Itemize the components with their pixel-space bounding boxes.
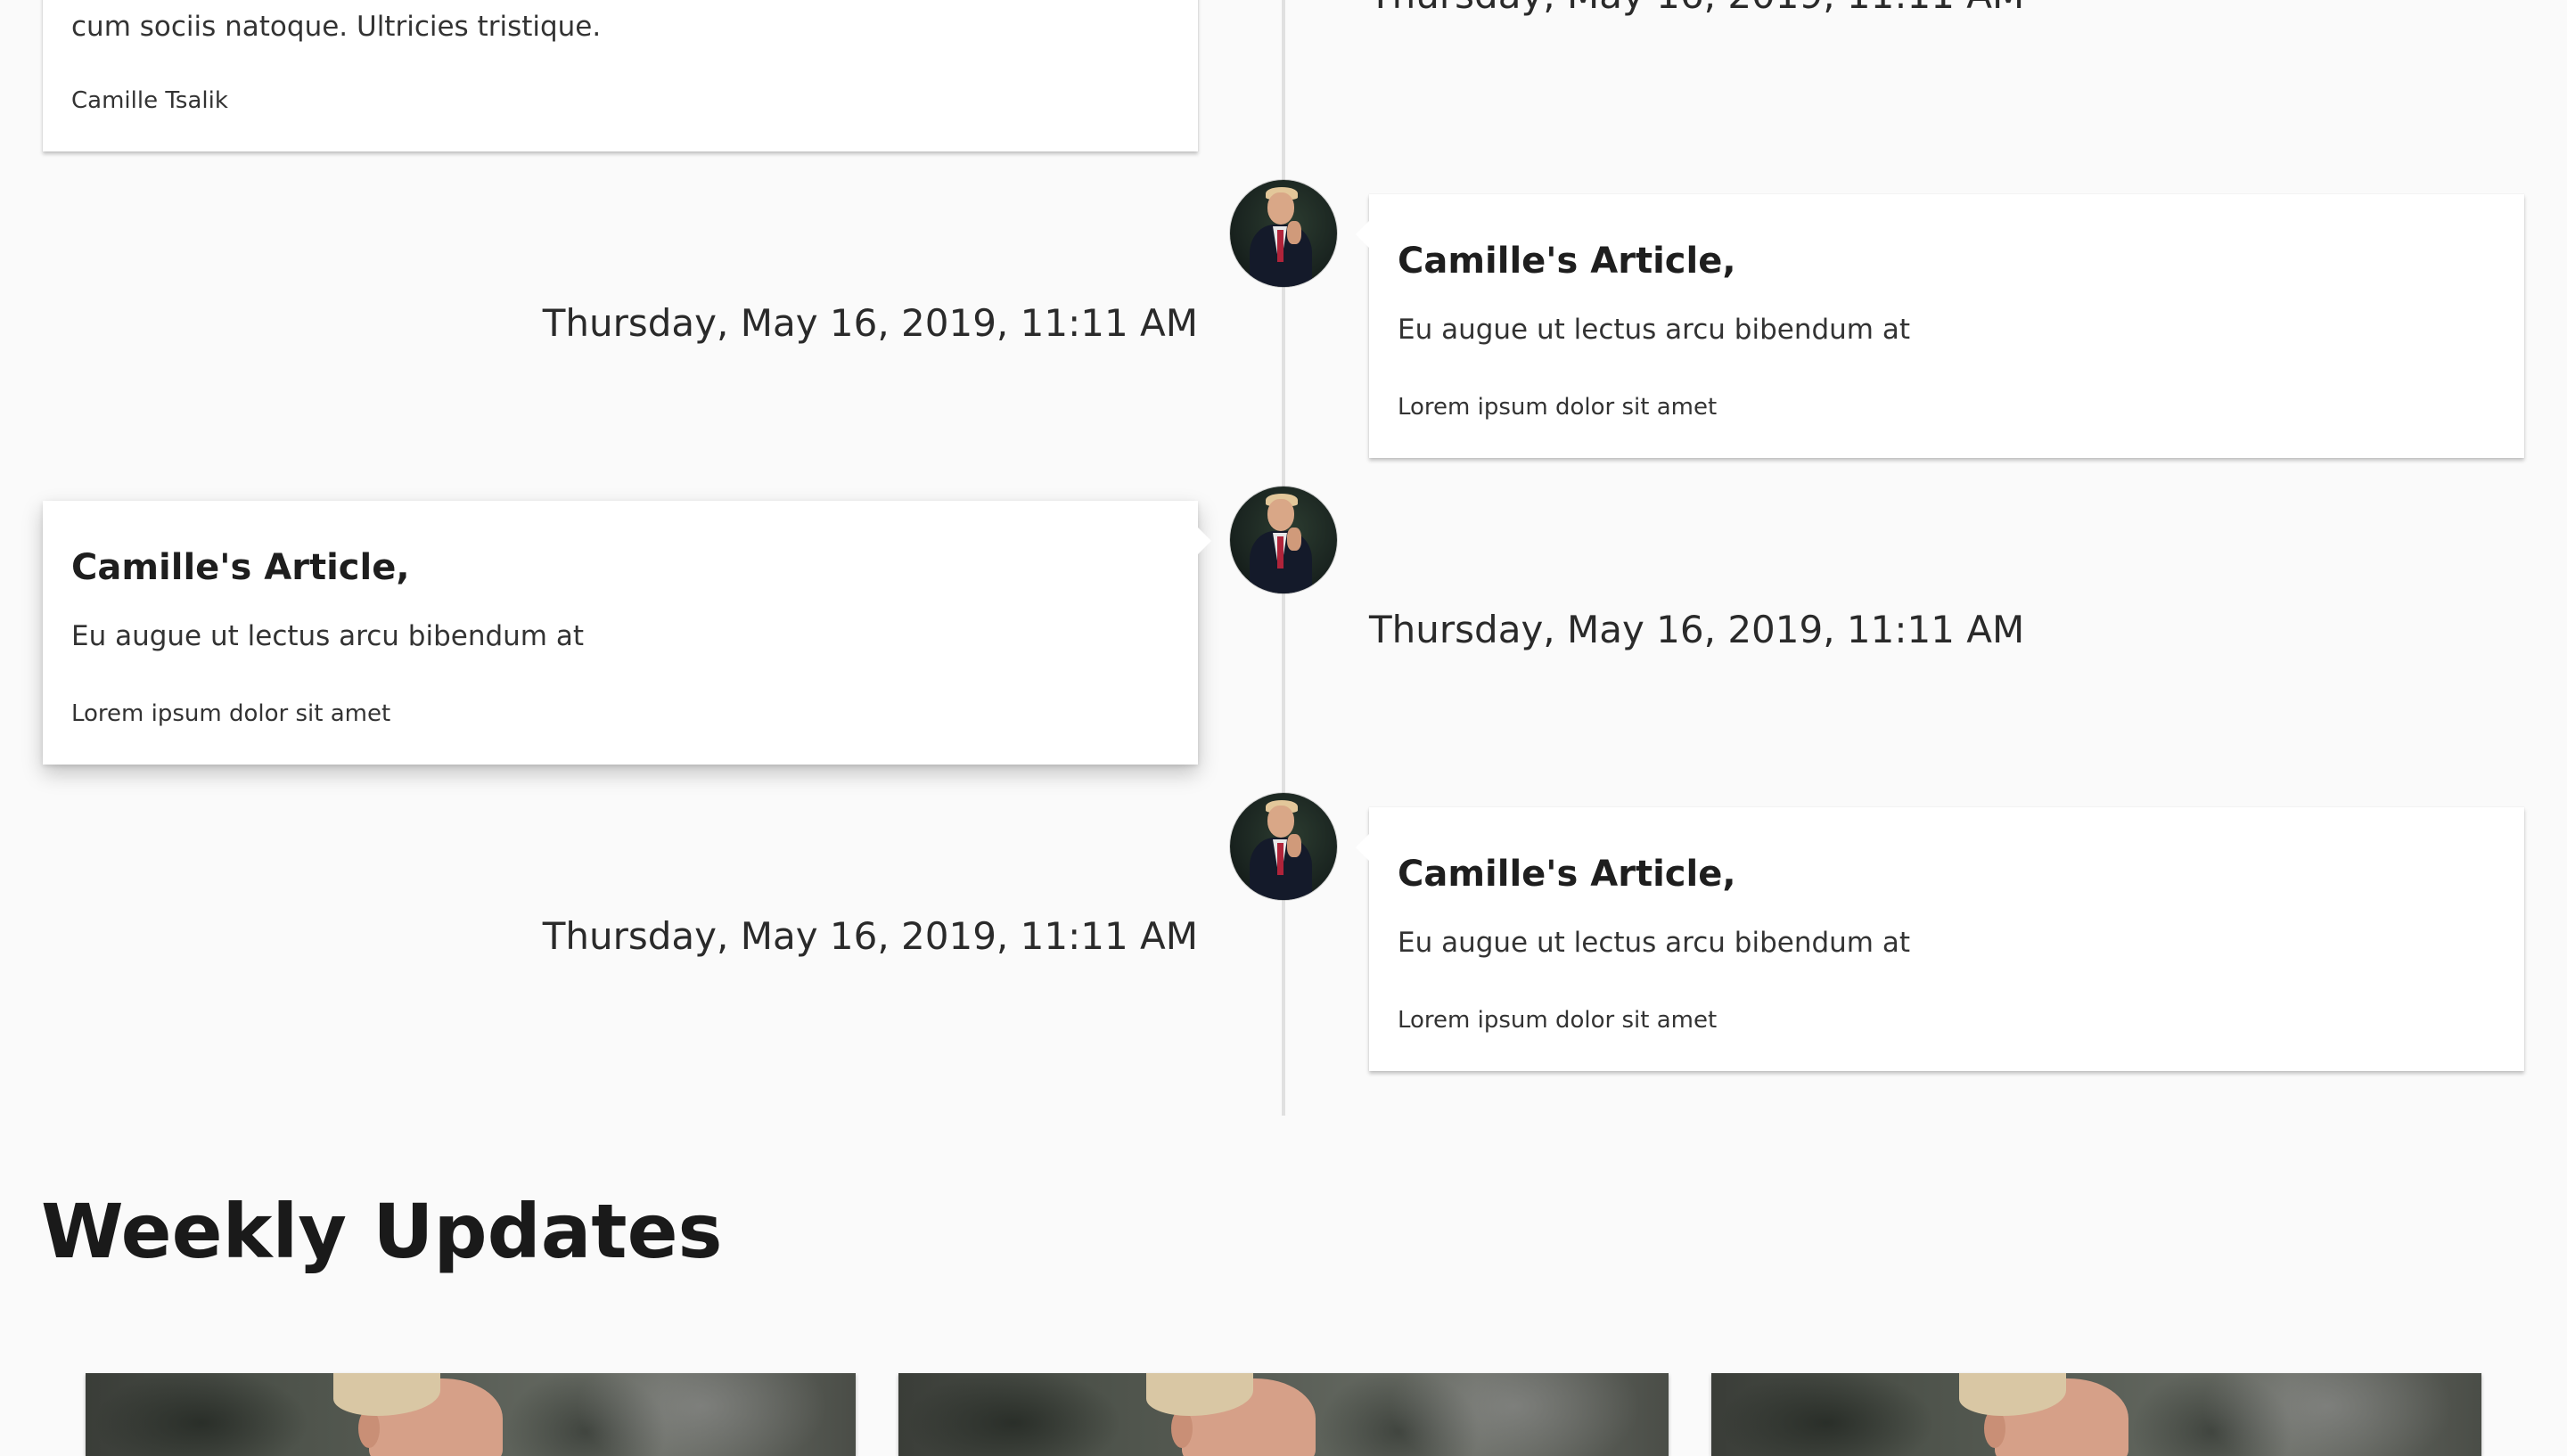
timeline-card-title: Camille's Article, xyxy=(71,547,410,588)
weekly-update-card[interactable] xyxy=(86,1373,856,1456)
timeline-card[interactable]: Camille's Article, Eu augue ut lectus ar… xyxy=(1356,194,2524,458)
timeline-card-title: Camille's Article, xyxy=(1398,854,1736,895)
timeline-card-title: Camille's Article, xyxy=(1398,241,1736,282)
timeline-card-top[interactable]: cum sociis natoque. Ultricies tristique.… xyxy=(43,0,1198,151)
timeline-date: Thursday, May 16, 2019, 11:11 AM xyxy=(542,914,1198,958)
timeline-card[interactable]: Camille's Article, Eu augue ut lectus ar… xyxy=(43,501,1211,765)
timeline-card-body: Eu augue ut lectus arcu bibendum at xyxy=(1398,314,1910,346)
avatar xyxy=(1230,180,1337,287)
weekly-update-card[interactable] xyxy=(1711,1373,2481,1456)
timeline-card-meta: Lorem ipsum dolor sit amet xyxy=(71,700,391,727)
timeline-card-body: Eu augue ut lectus arcu bibendum at xyxy=(71,620,584,652)
timeline-date-top: Thursday, May 16, 2019, 11:11 AM xyxy=(1369,0,2024,14)
timeline-date: Thursday, May 16, 2019, 11:11 AM xyxy=(1369,608,2025,651)
timeline-card-body: Eu augue ut lectus arcu bibendum at xyxy=(1398,927,1910,959)
timeline-card-body: cum sociis natoque. Ultricies tristique. xyxy=(71,11,602,43)
weekly-updates-heading: Weekly Updates xyxy=(41,1188,723,1275)
timeline-date: Thursday, May 16, 2019, 11:11 AM xyxy=(542,301,1198,345)
timeline-card-meta: Lorem ipsum dolor sit amet xyxy=(1398,394,1718,421)
update-card-image xyxy=(1146,1373,1316,1456)
update-card-image xyxy=(333,1373,503,1456)
update-card-image xyxy=(1959,1373,2128,1456)
avatar xyxy=(1230,487,1337,593)
timeline-card[interactable]: Camille's Article, Eu augue ut lectus ar… xyxy=(1356,807,2524,1071)
avatar xyxy=(1230,793,1337,900)
weekly-update-card[interactable] xyxy=(898,1373,1669,1456)
timeline-card-meta: Lorem ipsum dolor sit amet xyxy=(1398,1007,1718,1034)
timeline-card-author: Camille Tsalik xyxy=(71,87,228,114)
